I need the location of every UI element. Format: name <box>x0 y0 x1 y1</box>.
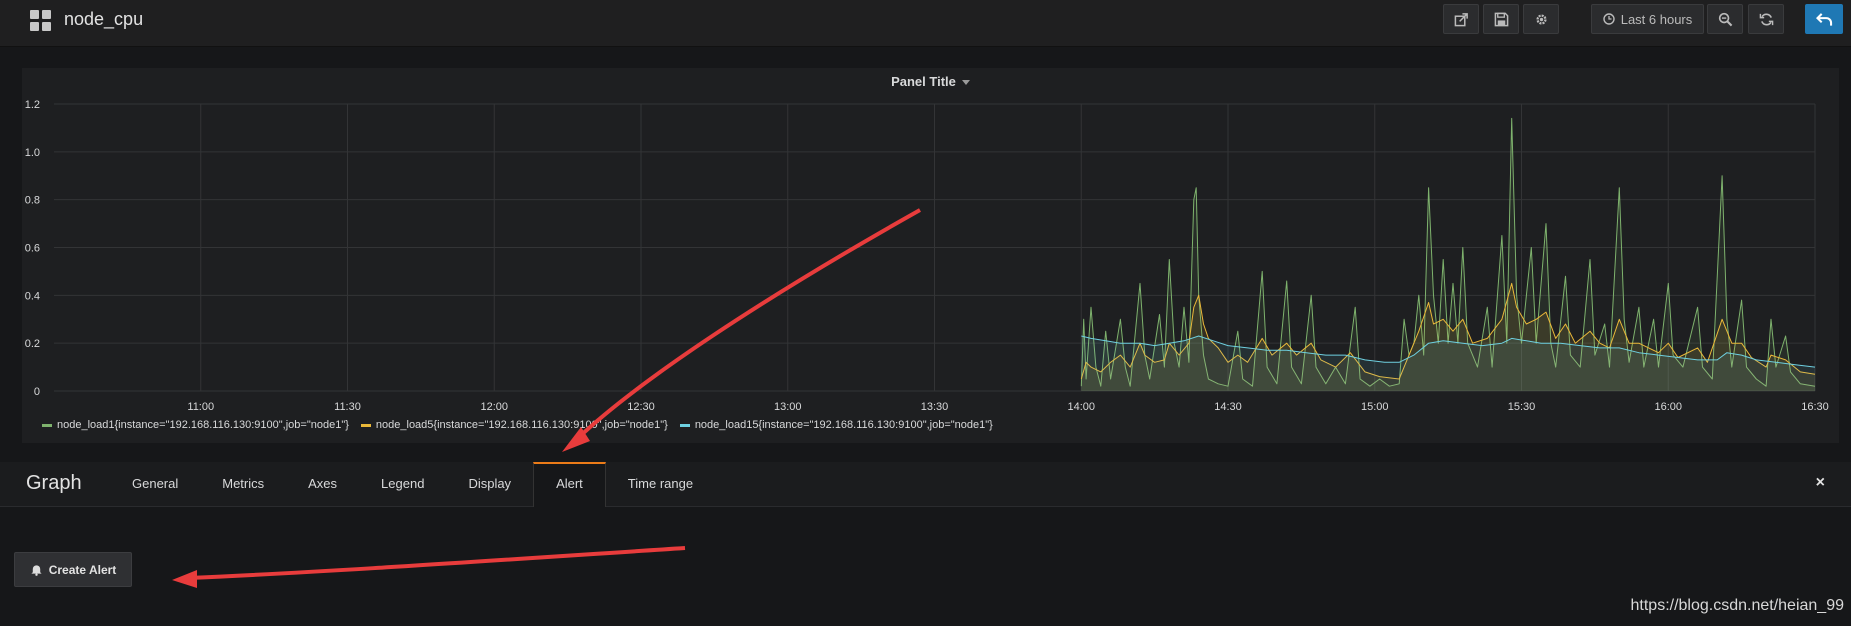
annotation-arrow <box>187 546 686 580</box>
dashboard-title[interactable]: node_cpu <box>64 9 143 30</box>
x-tick-label: 12:00 <box>480 401 508 413</box>
watermark-text: https://blog.csdn.net/heian_99 <box>1630 597 1845 614</box>
x-tick-label: 12:30 <box>627 401 655 413</box>
x-tick-label: 14:30 <box>1214 401 1242 413</box>
panel-title: Panel Title <box>891 74 956 89</box>
tab-general[interactable]: General <box>110 462 200 506</box>
clock-icon <box>1603 13 1615 25</box>
y-tick-label: 0.6 <box>25 243 40 255</box>
graph-panel: 0 0.2 0.4 0.6 0.8 1.0 1.2 11:00 11:30 12:00 12:30 1… <box>22 68 1839 443</box>
settings-button[interactable] <box>1523 4 1559 34</box>
legend-swatch <box>679 423 690 427</box>
refresh-icon <box>1759 12 1773 26</box>
zoom-out-button[interactable] <box>1707 4 1743 34</box>
x-tick-label: 16:30 <box>1801 401 1829 413</box>
x-tick-label: 13:30 <box>921 401 949 413</box>
close-editor-icon[interactable]: × <box>1816 474 1825 492</box>
bell-icon <box>31 565 42 576</box>
y-tick-label: 0 <box>34 386 40 398</box>
chart-legend: node_load1{instance="192.168.116.130:910… <box>42 419 993 431</box>
tab-display[interactable]: Display <box>446 462 533 506</box>
editor-tabs: General Metrics Axes Legend Display Aler… <box>110 462 715 507</box>
x-tick-label: 15:00 <box>1361 401 1389 413</box>
x-tick-label: 13:00 <box>774 401 802 413</box>
gear-icon <box>1535 13 1547 25</box>
y-tick-label: 1.0 <box>25 147 40 159</box>
series-area <box>1081 336 1815 391</box>
panel-editor-header: Graph General Metrics Axes Legend Displa… <box>0 462 1851 507</box>
time-picker-button[interactable]: Last 6 hours <box>1591 4 1704 34</box>
y-tick-label: 0.8 <box>25 195 40 207</box>
editor-title: Graph <box>26 472 82 494</box>
y-tick-label: 1.2 <box>25 99 40 111</box>
legend-swatch <box>360 423 371 427</box>
tab-metrics[interactable]: Metrics <box>200 462 286 506</box>
y-tick-label: 0.4 <box>25 290 40 302</box>
legend-label: node_load15{instance="192.168.116.130:91… <box>694 419 993 431</box>
save-button[interactable] <box>1483 4 1519 34</box>
time-range-label: Last 6 hours <box>1620 11 1693 27</box>
x-tick-label: 15:30 <box>1508 401 1536 413</box>
tab-alert[interactable]: Alert <box>533 462 606 507</box>
share-button[interactable] <box>1443 4 1479 34</box>
time-series-chart[interactable]: 0 0.2 0.4 0.6 0.8 1.0 1.2 11:00 11:30 12:00 12:30 1… <box>22 68 1839 443</box>
legend-item[interactable]: node_load15{instance="192.168.116.130:91… <box>679 419 993 431</box>
y-tick-label: 0.2 <box>25 338 40 350</box>
dashboard-grid-icon[interactable] <box>30 10 52 32</box>
legend-label: node_load1{instance="192.168.116.130:910… <box>57 419 349 431</box>
save-icon <box>1494 12 1508 26</box>
undo-arrow-icon <box>1815 12 1832 26</box>
x-tick-label: 16:00 <box>1654 401 1682 413</box>
x-tick-label: 11:00 <box>187 401 214 413</box>
legend-item[interactable]: node_load1{instance="192.168.116.130:910… <box>42 419 349 431</box>
legend-swatch <box>42 423 52 427</box>
x-tick-label: 11:30 <box>334 401 361 413</box>
annotation-arrowhead <box>172 570 197 588</box>
legend-label: node_load5{instance="192.168.116.130:910… <box>375 419 668 431</box>
zoom-out-icon <box>1718 12 1732 26</box>
tab-time-range[interactable]: Time range <box>606 462 715 506</box>
refresh-button[interactable] <box>1748 4 1784 34</box>
top-navbar: node_cpu Last 6 hours <box>0 0 1851 47</box>
caret-down-icon <box>961 80 970 86</box>
create-alert-label: Create Alert <box>48 562 117 577</box>
tab-legend[interactable]: Legend <box>359 462 446 506</box>
create-alert-button[interactable]: Create Alert <box>14 552 132 587</box>
back-to-dashboard-button[interactable] <box>1805 4 1843 34</box>
x-tick-label: 14:00 <box>1067 401 1095 413</box>
share-icon <box>1454 12 1468 26</box>
tab-axes[interactable]: Axes <box>286 462 359 506</box>
panel-title-menu[interactable]: Panel Title <box>22 74 1839 89</box>
legend-item[interactable]: node_load5{instance="192.168.116.130:910… <box>360 419 668 431</box>
